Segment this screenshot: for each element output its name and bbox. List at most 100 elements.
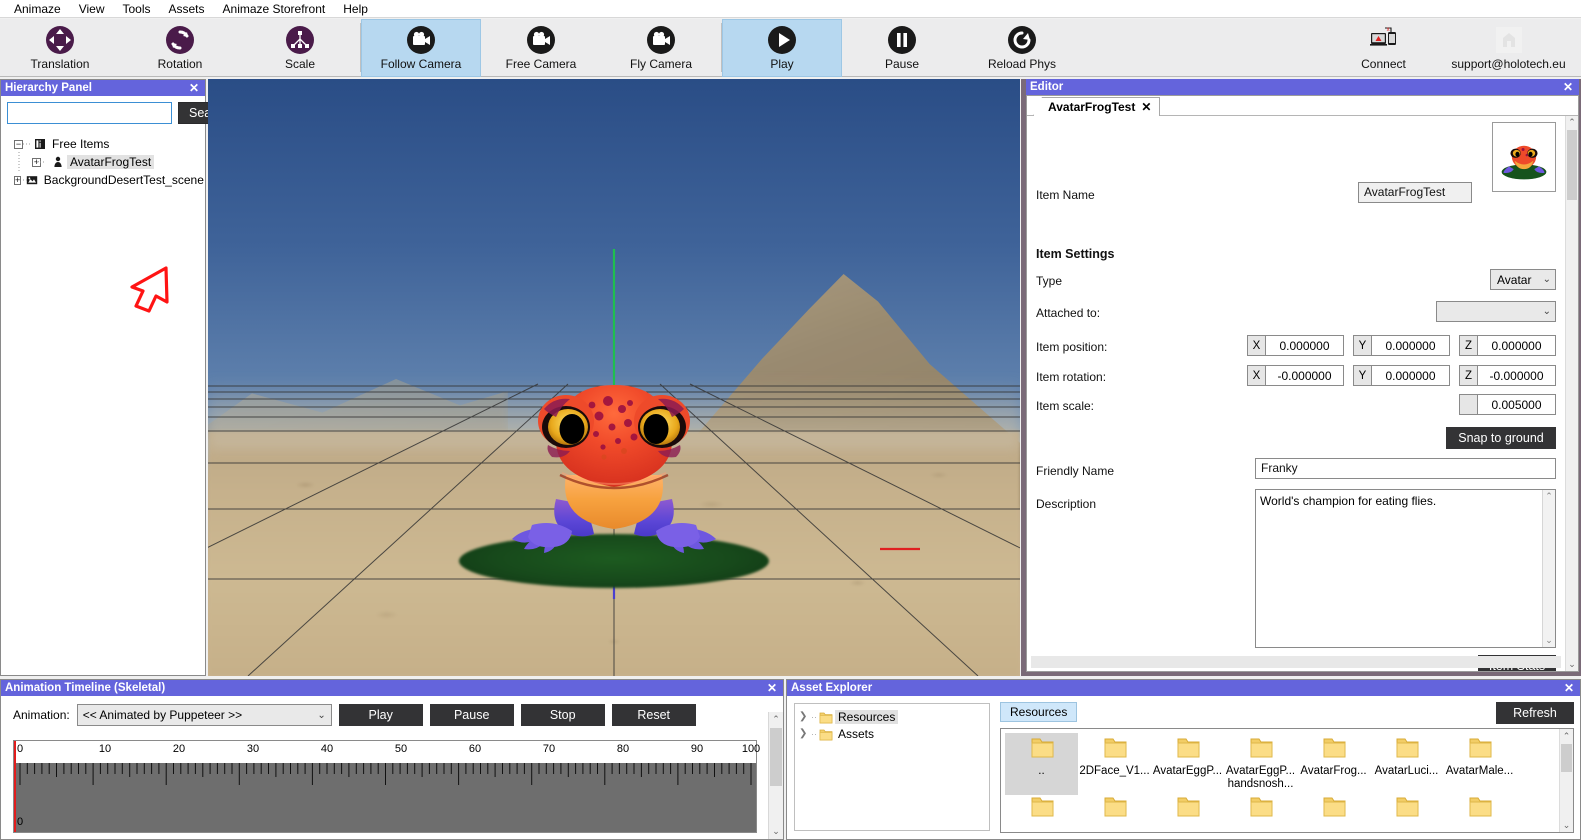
scrollbar-thumb[interactable] <box>1567 130 1577 200</box>
timeline-ruler-scale: 0 10 20 30 40 50 60 70 80 90 100 <box>14 741 760 763</box>
3d-viewport[interactable] <box>208 79 1020 676</box>
timeline-stop-button[interactable]: Stop <box>520 704 605 726</box>
description-scrollbar[interactable]: ⌃ ⌄ <box>1542 490 1555 647</box>
scroll-up-icon[interactable]: ⌃ <box>769 712 783 727</box>
timeline-play-button[interactable]: Play <box>338 704 423 726</box>
search-input[interactable] <box>7 102 172 124</box>
track-label: 0 <box>17 816 24 828</box>
friendly-name-field[interactable]: Franky <box>1255 458 1556 479</box>
menu-item-help[interactable]: Help <box>334 0 377 18</box>
menu-item-tools[interactable]: Tools <box>113 0 159 18</box>
expander-collapse-icon[interactable]: − <box>14 139 23 149</box>
list-item[interactable]: AvatarEggP... <box>1151 733 1224 795</box>
menu-item-assets[interactable]: Assets <box>160 0 214 18</box>
scroll-down-icon[interactable]: ⌄ <box>769 824 783 839</box>
close-icon[interactable]: ✕ <box>1561 80 1575 94</box>
scroll-up-icon[interactable]: ⌃ <box>1543 490 1555 503</box>
position-x-field[interactable]: X 0.000000 <box>1247 335 1344 356</box>
rotation-z-field[interactable]: Z -0.000000 <box>1459 365 1556 386</box>
type-dropdown[interactable]: Avatar ⌄ <box>1490 269 1556 290</box>
timeline-playhead[interactable] <box>14 741 16 832</box>
menu-item-view[interactable]: View <box>70 0 114 18</box>
tree-item-free-items[interactable]: − Free Items <box>7 135 199 153</box>
scrollbar-thumb[interactable] <box>1561 744 1572 772</box>
scroll-up-icon[interactable]: ⌃ <box>1566 116 1578 129</box>
ruler-tick-40: 40 <box>320 743 334 755</box>
asset-explorer-titlebar: Asset Explorer ✕ <box>787 680 1580 696</box>
expander-expand-icon[interactable]: + <box>32 157 41 167</box>
scroll-down-icon[interactable]: ⌄ <box>1543 634 1555 647</box>
menu-item-animaze[interactable]: Animaze <box>5 0 70 18</box>
toolbar-button-free-camera[interactable]: Free Camera <box>481 19 601 77</box>
list-item[interactable] <box>1078 795 1151 826</box>
timeline-pause-button[interactable]: Pause <box>429 704 514 726</box>
list-item[interactable] <box>1297 795 1370 826</box>
folder-tree-item-resources[interactable]: ❯ ·· Resources <box>799 708 989 725</box>
breadcrumb[interactable]: Resources <box>1000 702 1078 722</box>
snap-to-ground-button[interactable]: Snap to ground <box>1446 427 1556 449</box>
tree-item-avatarfrogtest[interactable]: + AvatarFrogTest <box>7 153 199 171</box>
timeline-ruler[interactable]: 0 10 20 30 40 50 60 70 80 90 100 0 <box>13 740 760 833</box>
rotation-y-field[interactable]: Y 0.000000 <box>1353 365 1450 386</box>
animation-dropdown[interactable]: << Animated by Puppeteer >> ⌄ <box>76 704 332 726</box>
list-item[interactable] <box>1224 795 1297 826</box>
frog-avatar[interactable] <box>504 379 724 564</box>
rotation-x-value: -0.000000 <box>1266 366 1343 385</box>
menu-item-storefront[interactable]: Animaze Storefront <box>214 0 335 18</box>
list-item[interactable]: AvatarLuci... <box>1370 733 1443 795</box>
list-item[interactable] <box>1370 795 1443 826</box>
axis-label-x: X <box>1248 336 1266 355</box>
attached-to-dropdown[interactable]: ⌄ <box>1436 301 1556 322</box>
scroll-up-icon[interactable]: ⌃ <box>1560 729 1573 743</box>
toolbar-button-reload-phys[interactable]: Reload Phys <box>962 19 1082 77</box>
editor-vertical-scrollbar[interactable]: ⌃ ⌄ <box>1565 116 1578 671</box>
timeline-vertical-scrollbar[interactable]: ⌃ ⌄ <box>768 712 783 839</box>
timeline-reset-button[interactable]: Reset <box>611 704 696 726</box>
list-item[interactable]: 2DFace_V1... <box>1078 733 1151 795</box>
svg-text:x: x <box>1386 27 1389 33</box>
file-list-scrollbar[interactable]: ⌃ ⌄ <box>1559 729 1573 832</box>
description-field[interactable]: World's champion for eating flies. ⌃ ⌄ <box>1255 489 1556 648</box>
toolbar-button-pause[interactable]: Pause <box>842 19 962 77</box>
rotation-x-field[interactable]: X -0.000000 <box>1247 365 1344 386</box>
chevron-right-icon[interactable]: ❯ <box>799 711 811 722</box>
position-y-field[interactable]: Y 0.000000 <box>1353 335 1450 356</box>
item-name-field[interactable]: AvatarFrogTest <box>1358 182 1472 203</box>
list-item[interactable] <box>1005 795 1078 826</box>
close-icon[interactable]: ✕ <box>1141 100 1151 114</box>
chevron-right-icon[interactable]: ❯ <box>799 728 811 739</box>
timeline-track-area[interactable]: 0 <box>14 763 756 832</box>
position-z-field[interactable]: Z 0.000000 <box>1459 335 1556 356</box>
list-item-label: AvatarLuci... <box>1374 765 1439 777</box>
close-icon[interactable]: ✕ <box>765 681 779 695</box>
tab-avatarfrogtest[interactable]: AvatarFrogTest ✕ <box>1033 97 1161 116</box>
list-item[interactable]: .. <box>1005 733 1078 795</box>
toolbar-button-rotation[interactable]: Rotation <box>120 19 240 77</box>
toolbar-button-translation[interactable]: Translation <box>0 19 120 77</box>
scrollbar-thumb[interactable] <box>770 728 782 786</box>
ruler-tick-60: 60 <box>468 743 482 755</box>
toolbar-button-account[interactable]: support@holotech.eu <box>1436 19 1581 77</box>
refresh-button[interactable]: Refresh <box>1496 702 1574 724</box>
folder-icon <box>1321 795 1347 822</box>
toolbar-label-connect: Connect <box>1361 57 1406 71</box>
list-item[interactable] <box>1443 795 1516 826</box>
list-item[interactable]: AvatarMale... <box>1443 733 1516 795</box>
list-item-label: AvatarEggP... handsnosh... <box>1225 765 1296 790</box>
close-icon[interactable]: ✕ <box>1562 681 1576 695</box>
toolbar-button-follow-camera[interactable]: Follow Camera <box>361 19 481 77</box>
folder-tree-item-assets[interactable]: ❯ ·· Assets <box>799 725 989 742</box>
list-item[interactable]: AvatarFrog... <box>1297 733 1370 795</box>
toolbar-button-connect[interactable]: x Connect <box>1331 19 1436 77</box>
tree-item-backgrounddeserttest-scene[interactable]: + BackgroundDesertTest_scene <box>7 171 204 189</box>
list-item[interactable] <box>1151 795 1224 826</box>
scale-field[interactable]: 0.005000 <box>1459 394 1556 415</box>
list-item[interactable]: AvatarEggP... handsnosh... <box>1224 733 1297 795</box>
toolbar-button-play[interactable]: Play <box>722 19 842 77</box>
close-icon[interactable]: ✕ <box>187 81 201 95</box>
scroll-down-icon[interactable]: ⌄ <box>1560 818 1573 832</box>
toolbar-button-fly-camera[interactable]: Fly Camera <box>601 19 721 77</box>
expander-expand-icon[interactable]: + <box>14 175 22 185</box>
toolbar-button-scale[interactable]: Scale <box>240 19 360 77</box>
scroll-down-icon[interactable]: ⌄ <box>1566 658 1578 671</box>
